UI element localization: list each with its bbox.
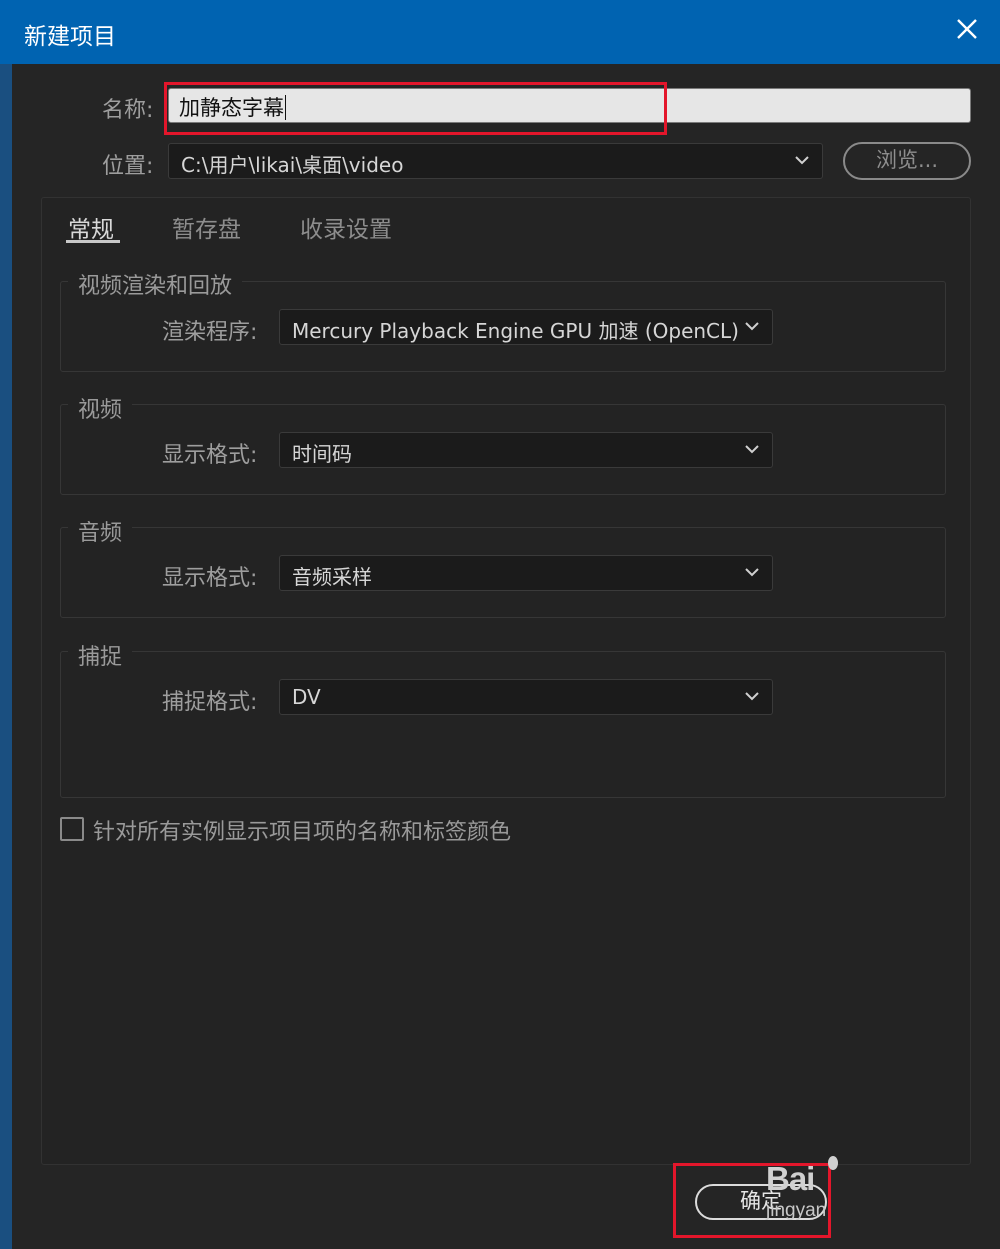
chevron-down-icon <box>745 322 759 331</box>
title-bar: 新建项目 <box>0 0 1000 64</box>
location-value: C:\用户\likai\桌面\video <box>181 153 404 177</box>
chevron-down-icon <box>745 568 759 577</box>
name-label: 名称: <box>102 98 154 123</box>
active-tab-indicator <box>66 240 120 243</box>
show-label-color-checkbox[interactable] <box>60 817 84 841</box>
audio-display-format-select[interactable]: 音频采样 <box>279 555 773 591</box>
audio-display-format-label: 显示格式: <box>162 566 258 591</box>
close-icon[interactable] <box>952 14 982 44</box>
chevron-down-icon <box>795 156 809 165</box>
audio-display-format-value: 音频采样 <box>292 565 372 589</box>
group-title-render: 视频渲染和回放 <box>68 268 243 300</box>
window-left-edge <box>0 64 12 1249</box>
capture-format-select[interactable]: DV <box>279 679 773 715</box>
renderer-select[interactable]: Mercury Playback Engine GPU 加速 (OpenCL) <box>279 309 773 345</box>
video-display-format-select[interactable]: 时间码 <box>279 432 773 468</box>
capture-format-label: 捕捉格式: <box>162 690 258 715</box>
baidu-watermark: Bai jingyan <box>766 1156 846 1230</box>
group-title-audio: 音频 <box>68 515 133 547</box>
tab-ingest-settings[interactable]: 收录设置 <box>300 210 392 244</box>
chevron-down-icon <box>745 692 759 701</box>
browse-button[interactable]: 浏览... <box>843 142 971 180</box>
location-select[interactable]: C:\用户\likai\桌面\video <box>168 143 823 179</box>
video-display-format-value: 时间码 <box>292 442 352 466</box>
capture-format-value: DV <box>292 685 321 709</box>
group-title-video: 视频 <box>68 392 133 424</box>
watermark-brand: Bai <box>766 1160 815 1197</box>
chevron-down-icon <box>745 445 759 454</box>
renderer-value: Mercury Playback Engine GPU 加速 (OpenCL) <box>292 319 739 343</box>
tab-general[interactable]: 常规 <box>68 210 114 244</box>
renderer-label: 渲染程序: <box>162 320 258 345</box>
name-field-highlight <box>164 82 667 135</box>
group-title-capture: 捕捉 <box>68 639 133 671</box>
location-label: 位置: <box>102 154 154 179</box>
tab-scratch-disks[interactable]: 暂存盘 <box>172 210 241 244</box>
video-display-format-label: 显示格式: <box>162 443 258 468</box>
show-label-color-label[interactable]: 针对所有实例显示项目项的名称和标签颜色 <box>93 814 511 846</box>
group-capture <box>60 651 946 798</box>
watermark-sub: jingyan <box>766 1200 827 1221</box>
paw-icon <box>828 1156 838 1170</box>
window-title: 新建项目 <box>24 24 116 50</box>
